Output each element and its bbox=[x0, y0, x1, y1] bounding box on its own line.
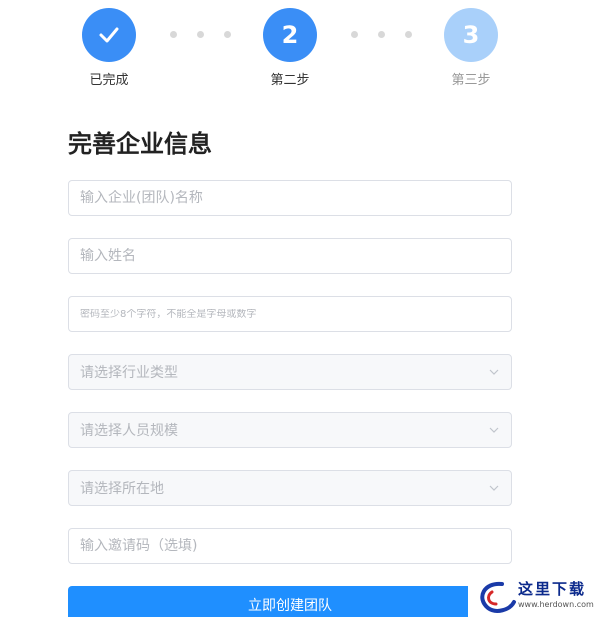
page-title: 完善企业信息 bbox=[68, 130, 212, 158]
full-name-input[interactable] bbox=[80, 248, 500, 264]
industry-select[interactable]: 请选择行业类型 bbox=[68, 354, 512, 390]
invite-code-input[interactable] bbox=[80, 538, 500, 554]
step-completed: 已完成 bbox=[69, 8, 149, 88]
location-select[interactable]: 请选择所在地 bbox=[68, 470, 512, 506]
step-1-circle bbox=[82, 8, 136, 62]
password-input[interactable] bbox=[80, 308, 500, 320]
step-current: 2 第二步 bbox=[250, 8, 330, 88]
step-2-label: 第二步 bbox=[270, 73, 310, 88]
company-name-input[interactable] bbox=[80, 190, 500, 206]
chevron-down-icon bbox=[488, 366, 500, 378]
step-connector-2 bbox=[351, 31, 412, 38]
invite-code-field[interactable] bbox=[68, 528, 512, 564]
company-name-field[interactable] bbox=[68, 180, 512, 216]
watermark-url: www.herdown.com bbox=[518, 600, 594, 609]
step-3-label: 第三步 bbox=[451, 73, 491, 88]
watermark: 这里下载 www.herdown.com bbox=[468, 576, 600, 617]
chevron-down-icon bbox=[488, 482, 500, 494]
location-placeholder: 请选择所在地 bbox=[80, 481, 164, 497]
chevron-down-icon bbox=[488, 424, 500, 436]
watermark-logo-icon bbox=[480, 581, 516, 613]
checkmark-icon bbox=[99, 27, 119, 43]
watermark-text: 这里下载 bbox=[518, 580, 587, 598]
password-field[interactable] bbox=[68, 296, 512, 332]
full-name-field[interactable] bbox=[68, 238, 512, 274]
step-pending: 3 第三步 bbox=[431, 8, 511, 88]
step-2-circle: 2 bbox=[263, 8, 317, 62]
step-connector-1 bbox=[170, 31, 231, 38]
step-3-circle: 3 bbox=[444, 8, 498, 62]
progress-stepper: 已完成 2 第二步 3 第三步 bbox=[0, 0, 600, 100]
staff-size-placeholder: 请选择人员规模 bbox=[80, 423, 178, 439]
industry-placeholder: 请选择行业类型 bbox=[80, 365, 178, 381]
create-team-button[interactable]: 立即创建团队 bbox=[68, 586, 512, 617]
staff-size-select[interactable]: 请选择人员规模 bbox=[68, 412, 512, 448]
step-1-label: 已完成 bbox=[89, 73, 129, 88]
